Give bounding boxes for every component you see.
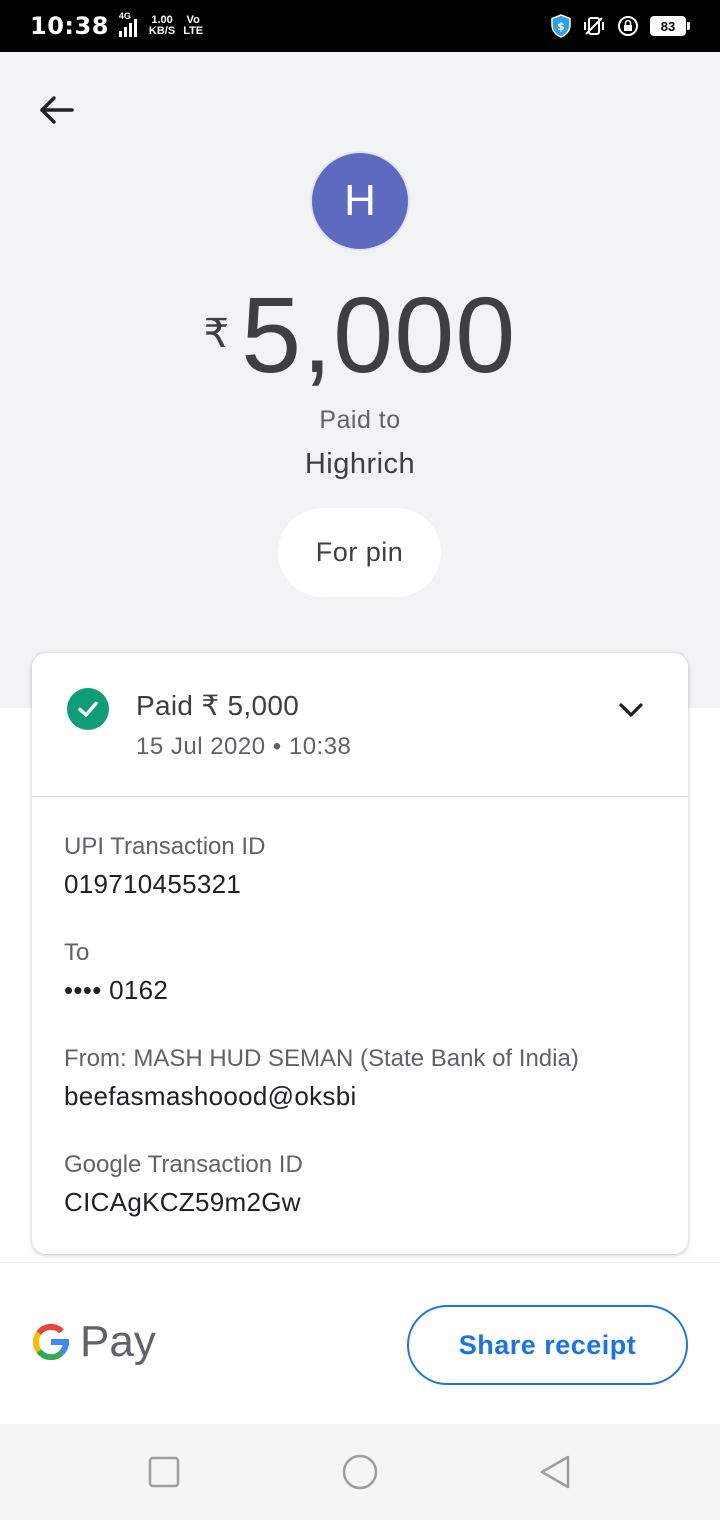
recents-icon[interactable] xyxy=(144,1452,184,1492)
share-receipt-label: Share receipt xyxy=(458,1329,637,1360)
volte-indicator: Vo LTE xyxy=(183,15,203,37)
back-arrow-icon[interactable] xyxy=(36,90,76,130)
gpay-logo: Pay xyxy=(30,1317,156,1367)
amount-display: ₹ 5,000 xyxy=(0,275,720,395)
net-speed-unit: KB/S xyxy=(148,25,176,37)
net-speed: 1.00 KB/S xyxy=(149,15,175,37)
google-g-icon xyxy=(32,1323,69,1361)
transaction-status-header[interactable]: Paid ₹ 5,000 15 Jul 2020 • 10:38 xyxy=(32,653,688,797)
paid-to-label: Paid to xyxy=(319,406,401,434)
payee-avatar: H xyxy=(310,151,410,251)
recipient-account: To •••• 0162 xyxy=(64,939,168,1006)
payee-name: Highrich xyxy=(304,448,416,480)
transaction-datetime: 15 Jul 2020 • 10:38 xyxy=(136,733,352,760)
payment-amount: 5,000 xyxy=(241,274,517,395)
sender-account: From: MASH HUD SEMAN (State Bank of Indi… xyxy=(64,1045,579,1112)
currency-symbol: ₹ xyxy=(203,312,230,356)
battery-level: 83 xyxy=(660,18,676,34)
payment-note-text: For pin xyxy=(315,537,404,567)
upi-transaction-id: UPI Transaction ID 019710455321 xyxy=(64,833,265,900)
avatar-letter: H xyxy=(344,176,376,225)
chevron-down-icon[interactable] xyxy=(616,695,646,725)
transaction-status-title: Paid ₹ 5,000 xyxy=(136,690,300,721)
back-nav-icon[interactable] xyxy=(536,1452,576,1492)
home-icon[interactable] xyxy=(340,1452,380,1492)
vibrate-icon xyxy=(584,17,604,35)
volte-bottom: LTE xyxy=(183,25,204,37)
gpay-wordmark: Pay xyxy=(80,1317,156,1366)
google-transaction-id: Google Transaction ID CICAgKCZ59m2Gw xyxy=(64,1151,303,1218)
share-receipt-button[interactable]: Share receipt xyxy=(407,1305,688,1385)
detail-label: To xyxy=(64,939,90,966)
detail-label: Google Transaction ID xyxy=(64,1151,303,1178)
transaction-details-card: Paid ₹ 5,000 15 Jul 2020 • 10:38 UPI Tra… xyxy=(32,653,688,1254)
signal-icon: 4G xyxy=(118,11,137,37)
system-nav-bar xyxy=(0,1424,720,1520)
svg-text:$: $ xyxy=(557,20,565,33)
shield-icon: $ xyxy=(551,14,571,38)
detail-value: •••• 0162 xyxy=(64,975,169,1005)
detail-value: 019710455321 xyxy=(64,869,242,899)
detail-value: beefasmashoood@oksbi xyxy=(64,1081,357,1111)
alarm-lock-icon xyxy=(618,16,638,36)
detail-label: From: MASH HUD SEMAN (State Bank of Indi… xyxy=(64,1045,579,1072)
payment-note: For pin xyxy=(278,508,441,597)
battery-icon: 83 xyxy=(650,16,690,36)
detail-value: CICAgKCZ59m2Gw xyxy=(64,1187,301,1217)
footer-bar: Pay Share receipt xyxy=(0,1262,720,1424)
network-type: 4G xyxy=(118,11,131,21)
status-bar: 10:38 4G 1.00 KB/S Vo LTE $ 83 xyxy=(0,0,720,52)
check-circle-icon xyxy=(67,688,109,730)
detail-label: UPI Transaction ID xyxy=(64,833,266,860)
status-time: 10:38 xyxy=(30,12,109,40)
